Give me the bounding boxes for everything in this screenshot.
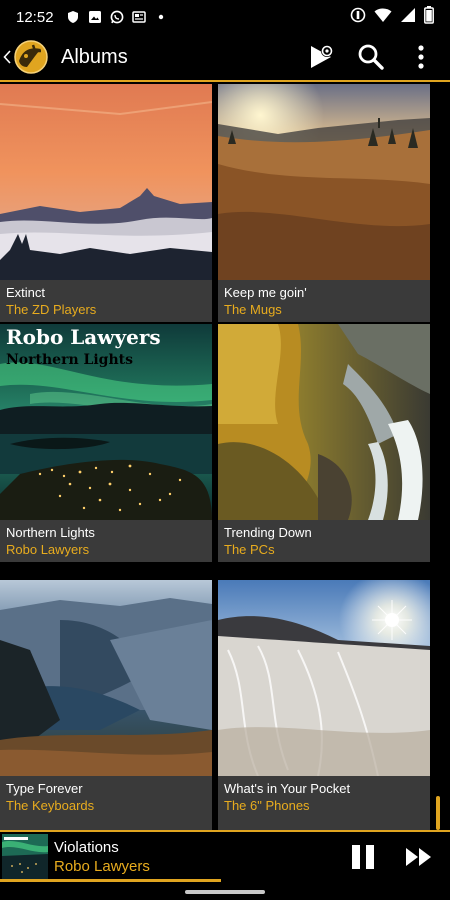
album-caption: Type Forever The Keyboards xyxy=(0,776,212,830)
pause-button[interactable] xyxy=(346,840,380,874)
page-title: Albums xyxy=(61,45,128,68)
album-artist: The Mugs xyxy=(224,302,282,317)
back-button[interactable] xyxy=(0,34,49,80)
autumn-hill-art xyxy=(218,84,430,280)
battery-icon xyxy=(424,5,434,29)
frost-field-art xyxy=(218,580,430,776)
album-artist: The 6" Phones xyxy=(224,798,310,813)
status-time: 12:52 xyxy=(16,8,54,26)
pause-icon xyxy=(352,845,374,869)
system-nav-bar xyxy=(0,882,450,900)
chevron-left-icon xyxy=(3,50,11,64)
album-title: Type Forever xyxy=(6,781,83,796)
album-tile[interactable]: Type Forever The Keyboards xyxy=(0,580,212,830)
image-icon xyxy=(88,10,102,24)
now-playing-bar[interactable]: Violations Robo Lawyers xyxy=(0,830,450,882)
album-title: Extinct xyxy=(6,285,46,300)
search-icon xyxy=(358,44,384,70)
shield-icon xyxy=(66,10,80,24)
album-tile[interactable]: Robo Lawyers Northern Lights Northern Li… xyxy=(0,324,212,562)
album-tile[interactable]: Trending Down The PCs xyxy=(218,324,430,562)
album-title: What's in Your Pocket xyxy=(224,781,351,796)
app-bar: Albums xyxy=(0,34,450,80)
album-tile[interactable]: Extinct The ZD Players xyxy=(0,84,212,322)
app-bar-divider xyxy=(0,80,450,82)
album-tile[interactable]: Keep me goin' The Mugs xyxy=(218,84,430,322)
album-caption: What's in Your Pocket The 6" Phones xyxy=(218,776,430,830)
now-playing-title: Violations xyxy=(54,839,119,856)
dot-icon xyxy=(154,10,168,24)
dnd-icon xyxy=(350,7,366,28)
album-grid[interactable]: Extinct The ZD Players Keep me goin' The… xyxy=(0,84,430,830)
app-logo-icon xyxy=(14,40,48,74)
cast-button[interactable] xyxy=(306,42,336,72)
scrollbar-thumb[interactable] xyxy=(436,796,440,830)
album-caption: Northern Lights Robo Lawyers xyxy=(0,520,212,562)
album-artist: The PCs xyxy=(224,542,275,557)
sunset-mountain-art xyxy=(0,84,212,280)
album-title: Keep me goin' xyxy=(224,285,307,300)
cast-icon xyxy=(311,45,333,68)
wifi-icon xyxy=(374,7,392,28)
album-title: Northern Lights xyxy=(6,525,95,540)
album-caption: Keep me goin' The Mugs xyxy=(218,280,430,322)
skip-next-button[interactable] xyxy=(402,840,436,874)
status-bar: 12:52 xyxy=(0,0,450,34)
album-caption: Extinct The ZD Players xyxy=(0,280,212,322)
scrollbar-track xyxy=(430,84,450,830)
more-vert-icon xyxy=(418,45,424,69)
album-caption: Trending Down The PCs xyxy=(218,520,430,562)
album-artist: Robo Lawyers xyxy=(6,542,90,557)
album-artist: The Keyboards xyxy=(6,798,95,813)
signal-icon xyxy=(400,7,416,28)
album-artist: The ZD Players xyxy=(6,302,97,317)
search-button[interactable] xyxy=(356,42,386,72)
more-options-button[interactable] xyxy=(406,42,436,72)
aurora-art: Robo Lawyers Northern Lights xyxy=(0,324,212,520)
news-icon xyxy=(131,10,146,24)
album-title: Trending Down xyxy=(224,525,312,540)
now-playing-artist: Robo Lawyers xyxy=(54,858,150,875)
album-tile[interactable]: What's in Your Pocket The 6" Phones xyxy=(218,580,430,830)
art-title-text: Robo Lawyers xyxy=(6,325,161,349)
home-gesture-handle[interactable] xyxy=(185,890,265,894)
fast-forward-icon xyxy=(406,848,431,866)
art-subtitle-text: Northern Lights xyxy=(6,352,133,368)
whatsapp-icon xyxy=(110,10,124,24)
fjord-art xyxy=(0,580,212,776)
now-playing-art xyxy=(2,834,48,880)
waterfall-art xyxy=(218,324,430,520)
